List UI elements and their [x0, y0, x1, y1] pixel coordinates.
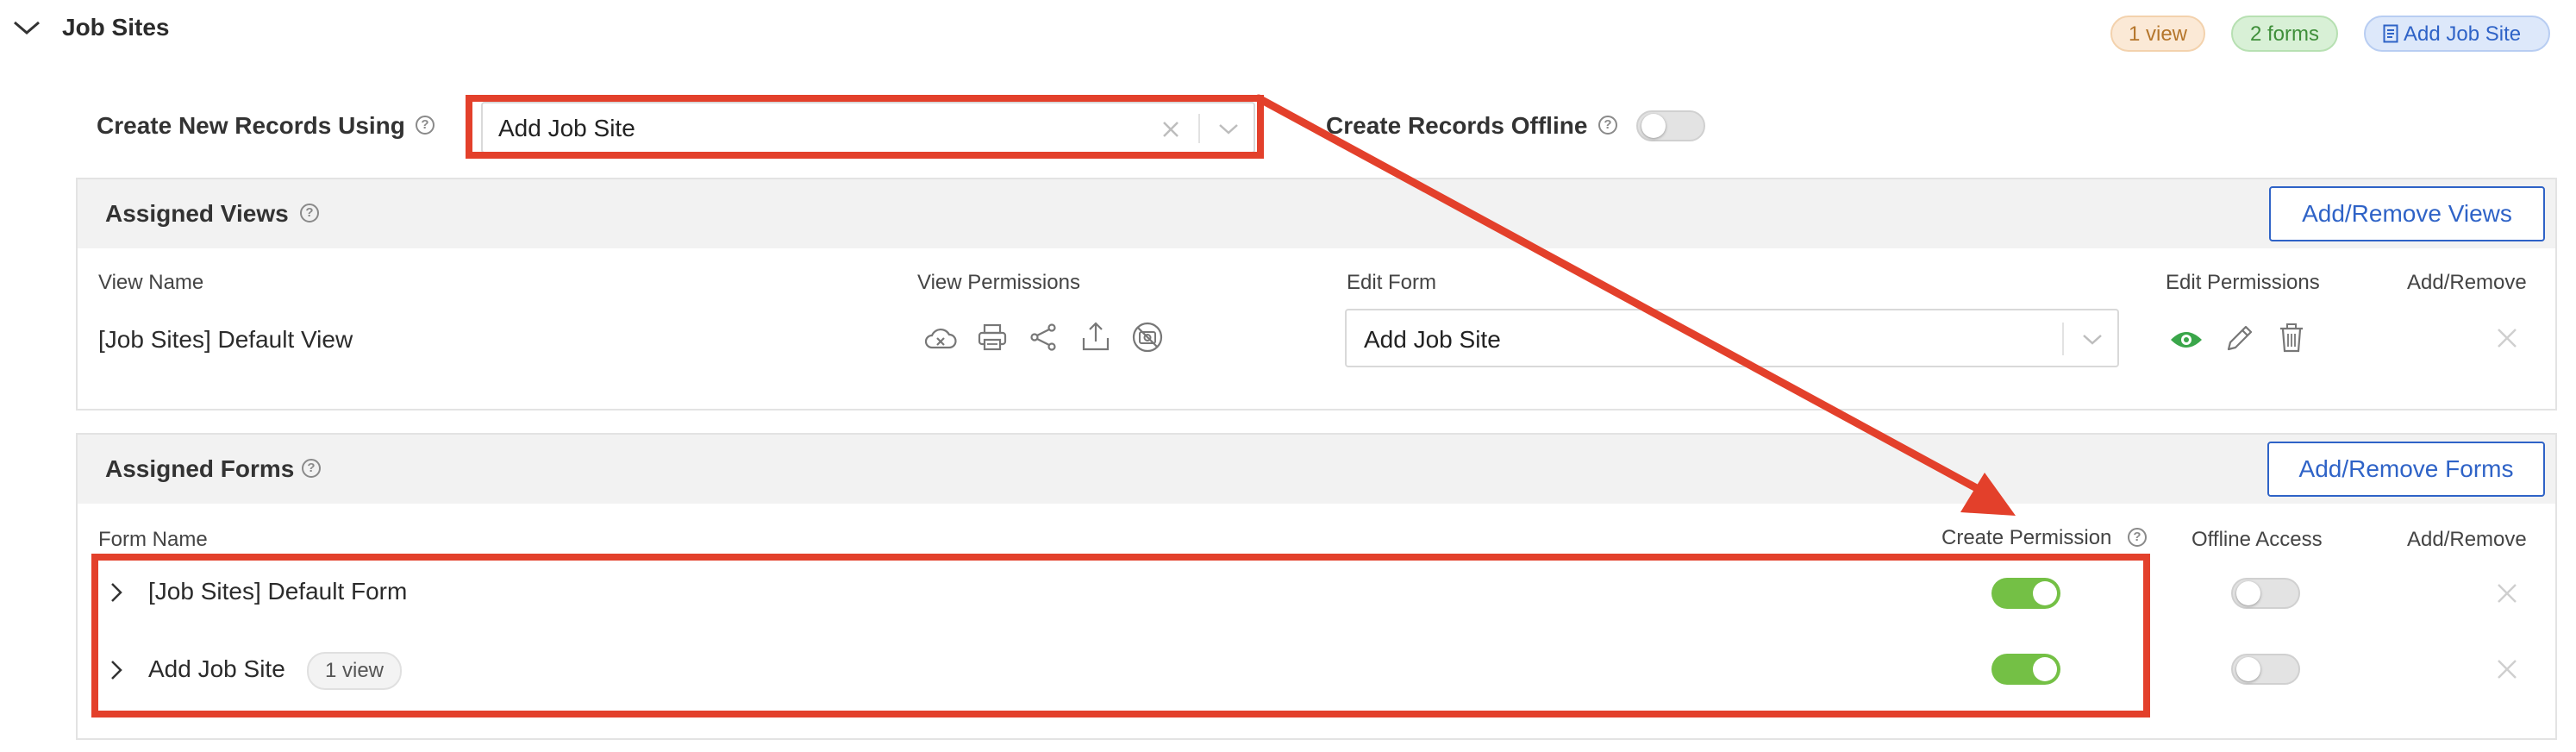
- annotation-arrow: [1254, 94, 2016, 516]
